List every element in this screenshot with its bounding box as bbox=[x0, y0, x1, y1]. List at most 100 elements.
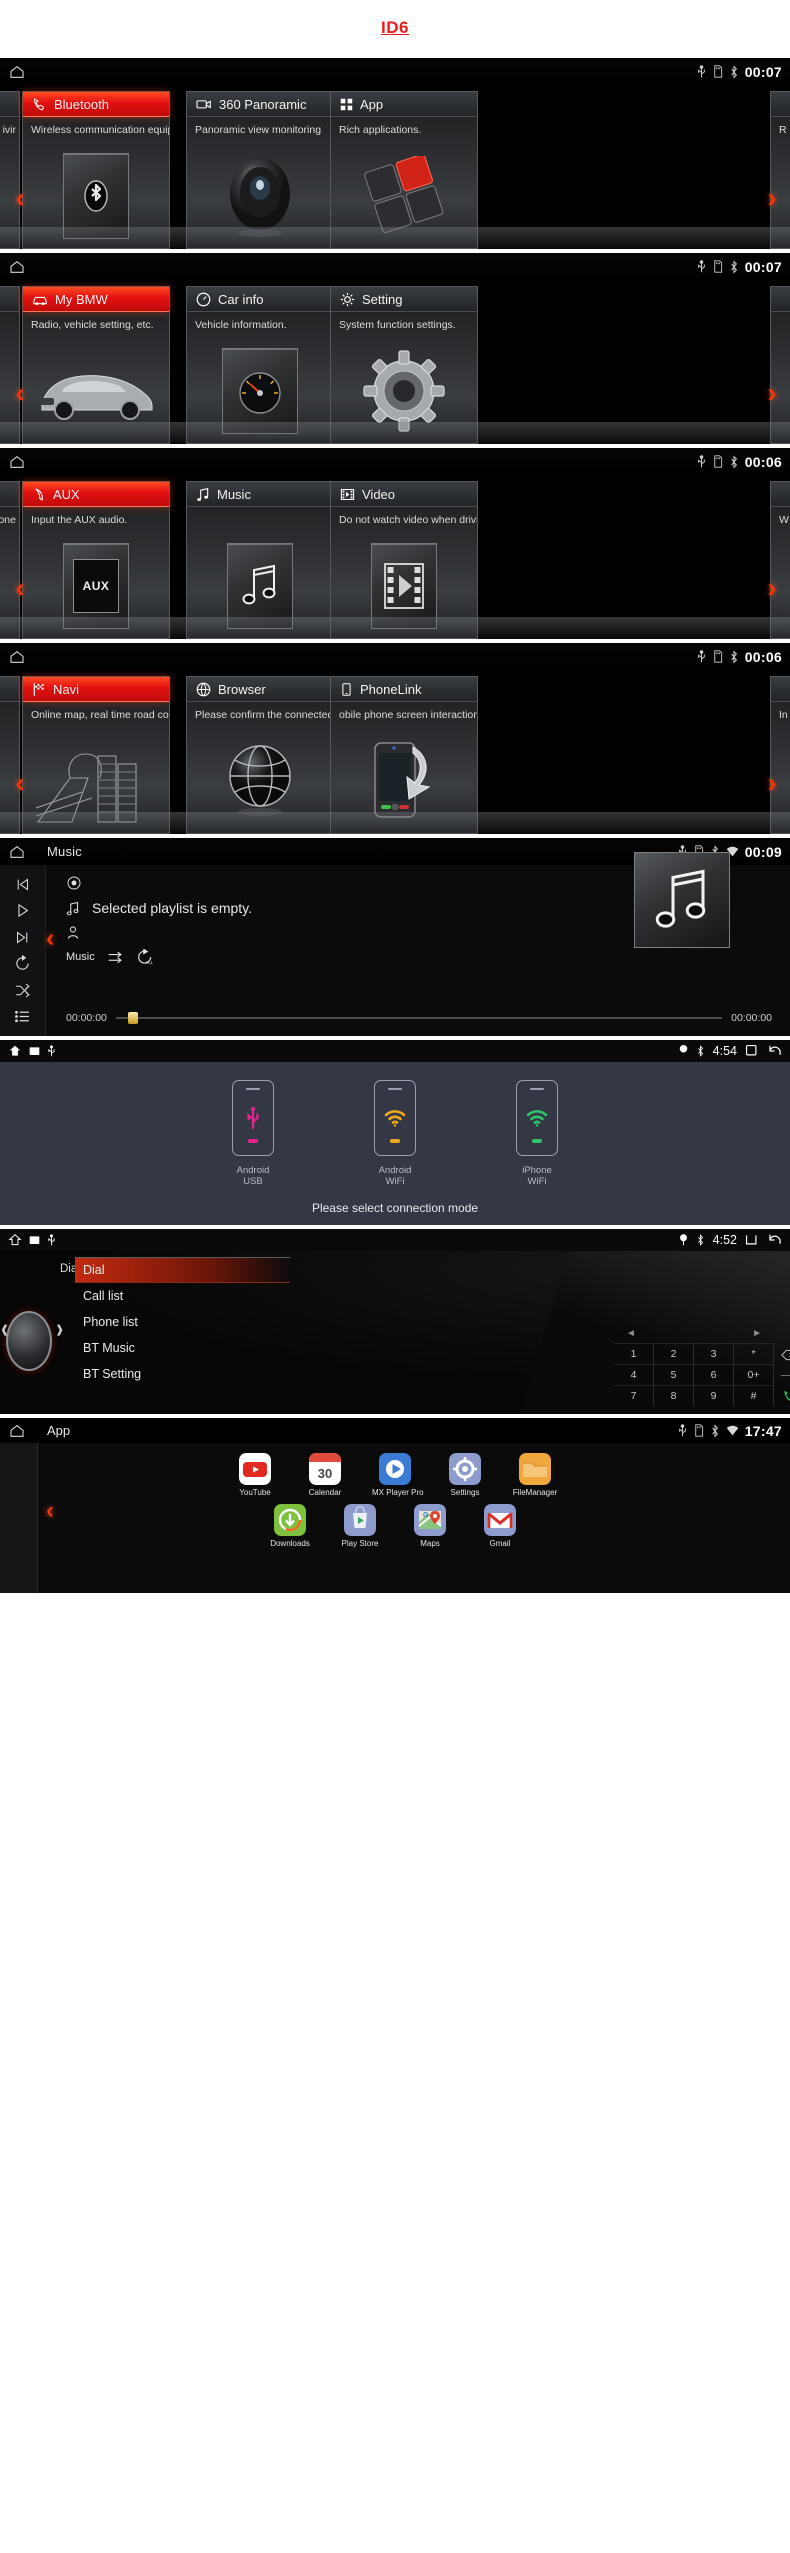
home-icon[interactable] bbox=[9, 649, 25, 665]
tile-app[interactable]: App Rich applications. bbox=[330, 91, 478, 249]
status-icons: 00:06 bbox=[696, 649, 782, 665]
back-icon[interactable] bbox=[767, 1233, 782, 1247]
keypad-key-9[interactable]: 9 bbox=[694, 1385, 734, 1406]
app-mx-player-pro[interactable]: MX Player Pro bbox=[372, 1453, 424, 1497]
tile-music[interactable]: Music bbox=[186, 481, 334, 639]
prev-page-arrow[interactable]: ‹ bbox=[10, 181, 30, 215]
page-title[interactable]: ID6 bbox=[381, 18, 409, 38]
tile-setting[interactable]: Setting System function settings. bbox=[330, 286, 478, 444]
tile-video[interactable]: Video Do not watch video when drivi bbox=[330, 481, 478, 639]
playlist-icon[interactable] bbox=[14, 1008, 31, 1025]
tile-aux[interactable]: AUX Input the AUX audio. AUX bbox=[22, 481, 170, 639]
play-icon[interactable] bbox=[14, 902, 31, 919]
app-label: Maps bbox=[420, 1539, 440, 1548]
tile-edge-right[interactable]: R bbox=[770, 91, 790, 249]
tile-description bbox=[0, 312, 19, 319]
tile-navi[interactable]: Navi Online map, real time road con bbox=[22, 676, 170, 834]
recents-icon[interactable] bbox=[745, 1233, 759, 1247]
keypad-nav-right[interactable]: ► bbox=[752, 1328, 762, 1339]
back-icon[interactable] bbox=[767, 1044, 782, 1058]
keypad-key-4[interactable]: 4 bbox=[614, 1364, 654, 1385]
home-icon[interactable] bbox=[8, 1233, 22, 1247]
tile-edge-right[interactable] bbox=[770, 286, 790, 444]
repeat-all-icon[interactable]: ALL bbox=[137, 949, 154, 965]
prev-page-arrow[interactable]: ‹ bbox=[10, 376, 30, 410]
tile-edge-left[interactable]: one bbox=[0, 481, 20, 639]
tile-edge-left[interactable]: ivir bbox=[0, 91, 20, 249]
backspace-icon[interactable] bbox=[776, 1344, 790, 1365]
next-track-icon[interactable] bbox=[14, 929, 31, 946]
tile-artwork bbox=[187, 733, 333, 829]
knob-left-chevron[interactable]: ❰ bbox=[0, 1323, 9, 1336]
home-icon[interactable] bbox=[9, 64, 25, 80]
phone-speaker bbox=[246, 1088, 260, 1090]
next-page-arrow[interactable]: › bbox=[762, 376, 782, 410]
tile-car-info[interactable]: Car info Vehicle information. bbox=[186, 286, 334, 444]
tile-my-bmw[interactable]: My BMW Radio, vehicle setting, etc. bbox=[22, 286, 170, 444]
app-play-store[interactable]: Play Store bbox=[337, 1504, 383, 1548]
connection-mode-android-wifi[interactable]: Android WiFi bbox=[374, 1080, 416, 1187]
shuffle-arrows-icon[interactable] bbox=[107, 950, 125, 964]
keypad-key-2[interactable]: 2 bbox=[654, 1343, 694, 1364]
shuffle-icon[interactable] bbox=[14, 982, 31, 999]
app-filemanager[interactable]: FileManager bbox=[512, 1453, 558, 1497]
tile-360-panoramic[interactable]: 360 Panoramic Panoramic view monitoring bbox=[186, 91, 334, 249]
tile-browser[interactable]: Browser Please confirm the connected bbox=[186, 676, 334, 834]
keypad-nav-left[interactable]: ◄ bbox=[626, 1328, 636, 1339]
keypad-key-x[interactable]: # bbox=[734, 1385, 774, 1406]
prev-page-arrow[interactable]: ‹ bbox=[10, 766, 30, 800]
dial-menu-item-bt-setting[interactable]: BT Setting bbox=[75, 1361, 290, 1387]
tile-edge-right[interactable]: W bbox=[770, 481, 790, 639]
music-seek-bar[interactable] bbox=[115, 1012, 723, 1024]
prev-page-arrow[interactable]: ‹ bbox=[10, 571, 30, 605]
app-label: Downloads bbox=[270, 1539, 310, 1548]
home-icon[interactable] bbox=[9, 844, 25, 860]
keypad-key-6[interactable]: 6 bbox=[694, 1364, 734, 1385]
keypad-key-1[interactable]: 1 bbox=[614, 1343, 654, 1364]
tile-edge-left[interactable] bbox=[0, 676, 20, 834]
keypad-key-3[interactable]: 3 bbox=[694, 1343, 734, 1364]
connection-mode-iphone-wifi[interactable]: iPhone WiFi bbox=[516, 1080, 558, 1187]
app-settings[interactable]: Settings bbox=[442, 1453, 488, 1497]
home-icon[interactable] bbox=[8, 1044, 22, 1058]
next-page-arrow[interactable]: › bbox=[762, 571, 782, 605]
music-progress[interactable]: 00:00:00 00:00:00 bbox=[66, 1012, 772, 1024]
tile-phonelink[interactable]: PhoneLink obile phone screen interaction bbox=[330, 676, 478, 834]
tile-edge-left[interactable] bbox=[0, 286, 20, 444]
app-maps[interactable]: G Maps bbox=[407, 1504, 453, 1548]
recents-icon[interactable] bbox=[745, 1044, 759, 1058]
app-back-arrow[interactable]: ‹ bbox=[46, 1497, 54, 1525]
home-icon[interactable] bbox=[9, 259, 25, 275]
dial-menu-item-call-list[interactable]: Call list bbox=[75, 1283, 290, 1309]
home-icon[interactable] bbox=[9, 1423, 25, 1439]
keypad-key-8[interactable]: 8 bbox=[654, 1385, 694, 1406]
tile-edge-right[interactable]: In bbox=[770, 676, 790, 834]
music-seek-knob[interactable] bbox=[128, 1012, 138, 1024]
keypad-key-7[interactable]: 7 bbox=[614, 1385, 654, 1406]
keypad-key-x[interactable]: * bbox=[734, 1343, 774, 1364]
app-calendar[interactable]: 30 Calendar bbox=[302, 1453, 348, 1497]
dial-menu-item-bt-music[interactable]: BT Music bbox=[75, 1335, 290, 1361]
app-body: ‹ YouTube 30 Calendar MX Player Pro Sett… bbox=[0, 1443, 790, 1593]
music-source-label: Music bbox=[66, 951, 95, 963]
replay-icon[interactable] bbox=[14, 955, 31, 972]
wifi-icon bbox=[526, 1109, 548, 1127]
tile-bluetooth[interactable]: Bluetooth Wireless communication equip bbox=[22, 91, 170, 249]
app-youtube[interactable]: YouTube bbox=[232, 1453, 278, 1497]
keypad-key-5[interactable]: 5 bbox=[654, 1364, 694, 1385]
next-page-arrow[interactable]: › bbox=[762, 766, 782, 800]
rotary-knob[interactable] bbox=[6, 1311, 52, 1371]
call-icon[interactable] bbox=[776, 1386, 790, 1407]
gallery-icon[interactable] bbox=[29, 1235, 40, 1246]
prev-track-icon[interactable] bbox=[14, 876, 31, 893]
dial-menu-item-dial[interactable]: Dial bbox=[75, 1257, 290, 1283]
home-icon[interactable] bbox=[9, 454, 25, 470]
knob-right-chevron[interactable]: ❱ bbox=[55, 1323, 64, 1336]
dial-menu-item-phone-list[interactable]: Phone list bbox=[75, 1309, 290, 1335]
gallery-icon[interactable] bbox=[29, 1046, 40, 1057]
app-gmail[interactable]: Gmail bbox=[477, 1504, 523, 1548]
next-page-arrow[interactable]: › bbox=[762, 181, 782, 215]
app-downloads[interactable]: Downloads bbox=[267, 1504, 313, 1548]
connection-mode-android-usb[interactable]: Android USB bbox=[232, 1080, 274, 1187]
keypad-key-0x[interactable]: 0+ bbox=[734, 1364, 774, 1385]
